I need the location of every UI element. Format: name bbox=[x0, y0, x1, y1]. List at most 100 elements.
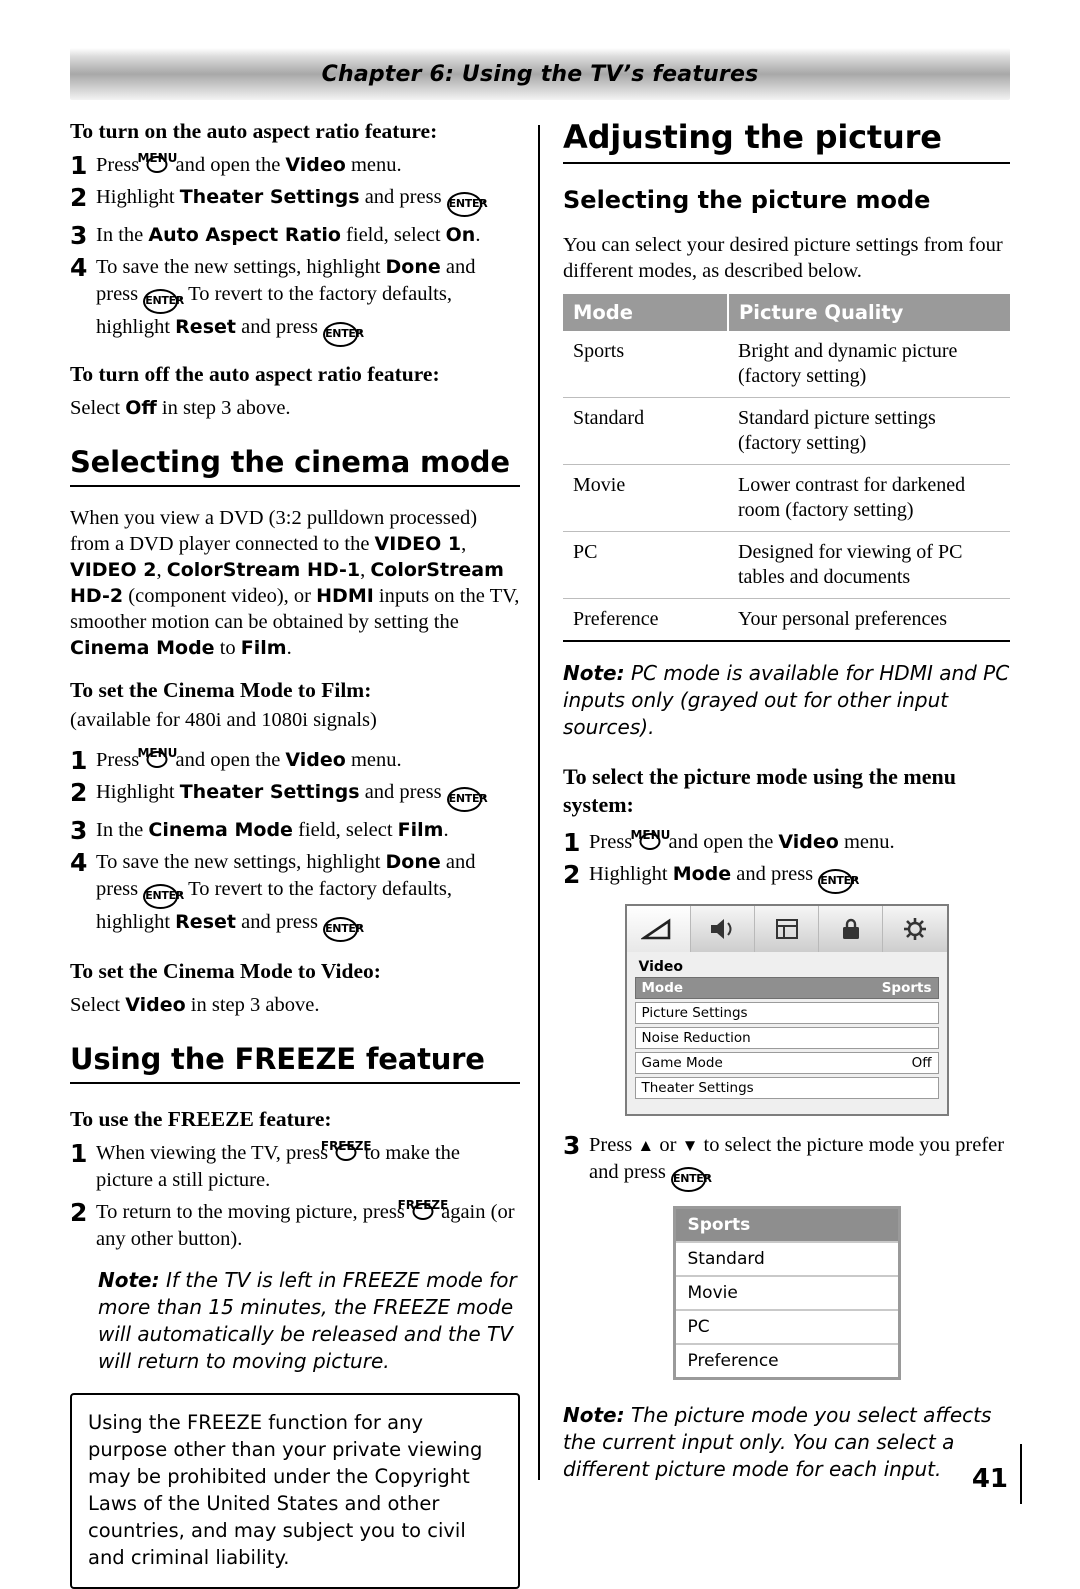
osd-row-noise-reduction[interactable]: Noise Reduction bbox=[634, 1027, 939, 1049]
cinema-intro-text: When you view a DVD (3:2 pulldown proces… bbox=[70, 507, 520, 659]
left-column: To turn on the auto aspect ratio feature… bbox=[70, 118, 520, 1589]
mode-list-item[interactable]: PC bbox=[675, 1311, 898, 1345]
down-arrow-icon: ▼ bbox=[681, 1136, 699, 1155]
table-cell-mode: PC bbox=[563, 531, 728, 599]
table-row: Preference Your personal preferences bbox=[563, 598, 1010, 642]
enter-button-icon: ENTER bbox=[323, 917, 364, 942]
section-title-cinema-mode: Selecting the cinema mode bbox=[70, 445, 520, 487]
enter-button-icon: ENTER bbox=[818, 869, 859, 894]
table-header-mode: Mode bbox=[563, 294, 729, 331]
table-cell-mode: Standard bbox=[563, 397, 728, 465]
picture-mode-table: Mode Picture Quality Sports Bright and d… bbox=[563, 294, 1010, 642]
step-item: 3 Press ▲ or ▼ to select the picture mod… bbox=[563, 1132, 1010, 1192]
step-item: 2 To return to the moving picture, press… bbox=[70, 1198, 520, 1253]
osd-row-label: Picture Settings bbox=[641, 1005, 748, 1021]
screen-icon bbox=[626, 906, 691, 952]
step-item: 1 Press MENU and open the Video menu. bbox=[70, 746, 520, 774]
step-item: 3 In the Auto Aspect Ratio field, select… bbox=[70, 222, 520, 249]
step-item: 4 To save the new settings, highlight Do… bbox=[70, 254, 520, 347]
column-divider bbox=[538, 125, 540, 1480]
step-text: When viewing the TV, press FREEZE to mak… bbox=[96, 1139, 460, 1191]
heading-use-freeze: To use the FREEZE feature: bbox=[70, 1107, 332, 1131]
step-number: 2 bbox=[563, 860, 581, 889]
step-number: 1 bbox=[563, 828, 581, 857]
osd-row-game-mode[interactable]: Game Mode Off bbox=[634, 1052, 939, 1074]
table-cell-quality: Your personal preferences bbox=[728, 598, 1010, 642]
osd-row-value: Sports bbox=[881, 980, 932, 996]
step-item: 4 To save the new settings, highlight Do… bbox=[70, 849, 520, 942]
freeze-button-icon: FREEZE bbox=[321, 1139, 372, 1161]
copyright-notice-box: Using the FREEZE function for any purpos… bbox=[70, 1393, 520, 1589]
freeze-button-icon: FREEZE bbox=[398, 1198, 448, 1220]
osd-row-theater-settings[interactable]: Theater Settings bbox=[634, 1077, 939, 1099]
heading-select-picture-mode-menu: To select the picture mode using the men… bbox=[563, 764, 956, 817]
enter-button-icon: ENTER bbox=[143, 884, 184, 909]
step-text: Press MENU and open the Video menu. bbox=[96, 746, 402, 771]
note-picture-mode-input: Note: The picture mode you select affect… bbox=[563, 1403, 992, 1481]
enter-button-icon: ENTER bbox=[670, 1167, 712, 1192]
mode-list-item[interactable]: Standard bbox=[675, 1243, 898, 1277]
cinema-video-text: Select Video in step 3 above. bbox=[70, 994, 320, 1016]
heading-cinema-film: To set the Cinema Mode to Film: bbox=[70, 678, 372, 702]
enter-button-icon: ENTER bbox=[446, 192, 488, 217]
note-pc-mode: Note: PC mode is available for HDMI and … bbox=[563, 661, 1010, 739]
section-title-adjusting-picture: Adjusting the picture bbox=[563, 118, 1010, 164]
step-text: In the Cinema Mode field, select Film. bbox=[96, 819, 449, 841]
osd-row-label: Theater Settings bbox=[641, 1080, 754, 1096]
table-cell-quality: Lower contrast for darkened room (factor… bbox=[728, 464, 1010, 532]
step-number: 2 bbox=[70, 1198, 88, 1227]
picture-mode-list-illustration: Sports Standard Movie PC Preference bbox=[672, 1206, 901, 1380]
footer-rule bbox=[1020, 1444, 1022, 1504]
step-number: 3 bbox=[70, 816, 88, 845]
section-title-freeze: Using the FREEZE feature bbox=[70, 1042, 520, 1084]
up-arrow-icon: ▲ bbox=[637, 1136, 655, 1155]
heading-auto-aspect-off: To turn off the auto aspect ratio featur… bbox=[70, 362, 440, 386]
table-row: Sports Bright and dynamic picture (facto… bbox=[563, 331, 1010, 398]
step-item: 1 Press MENU and open the Video menu. bbox=[70, 151, 520, 180]
note-freeze: Note: If the TV is left in FREEZE mode f… bbox=[98, 1268, 517, 1373]
enter-button-icon: ENTER bbox=[143, 289, 184, 314]
step-text: Highlight Mode and press ENTER. bbox=[589, 861, 1010, 894]
step-text: To return to the moving picture, press F… bbox=[96, 1198, 515, 1250]
step-text: Highlight Theater Settings and press ENT… bbox=[96, 184, 520, 217]
heading-auto-aspect-on: To turn on the auto aspect ratio feature… bbox=[70, 119, 438, 143]
osd-panel-title: Video bbox=[638, 959, 684, 975]
osd-menu-illustration: Video Mode Sports Picture Settings Noise… bbox=[624, 904, 949, 1116]
step-number: 4 bbox=[70, 848, 88, 877]
osd-panel: Video Mode Sports Picture Settings Noise… bbox=[627, 952, 947, 1114]
mode-list-item[interactable]: Preference bbox=[676, 1345, 898, 1377]
setup-icon bbox=[883, 906, 947, 952]
step-text: Highlight Theater Settings and press ENT… bbox=[96, 779, 520, 812]
table-header-quality: Picture Quality bbox=[728, 294, 1010, 331]
auto-aspect-off-text: Select Off in step 3 above. bbox=[70, 397, 291, 419]
step-number: 1 bbox=[70, 151, 88, 180]
step-text: Press MENU and open the Video menu. bbox=[589, 828, 895, 853]
audio-icon bbox=[690, 906, 755, 952]
osd-row-mode[interactable]: Mode Sports bbox=[634, 977, 939, 999]
mode-list-item[interactable]: Sports bbox=[675, 1209, 898, 1243]
lock-icon bbox=[819, 906, 884, 952]
step-item: 3 In the Cinema Mode field, select Film. bbox=[70, 817, 520, 844]
table-cell-mode: Sports bbox=[563, 331, 728, 398]
mode-list-item[interactable]: Movie bbox=[675, 1277, 898, 1311]
subsection-title-picture-mode: Selecting the picture mode bbox=[563, 186, 931, 214]
table-cell-quality: Designed for viewing of PC tables and do… bbox=[728, 531, 1010, 599]
right-column: Adjusting the picture Selecting the pict… bbox=[563, 118, 1010, 1483]
step-item: 1 When viewing the TV, press FREEZE to m… bbox=[70, 1139, 520, 1194]
enter-button-icon: ENTER bbox=[446, 787, 488, 812]
menu-button-icon: MENU bbox=[630, 828, 670, 850]
step-number: 4 bbox=[70, 253, 88, 282]
table-cell-mode: Preference bbox=[563, 598, 728, 642]
table-row: PC Designed for viewing of PC tables and… bbox=[563, 531, 1010, 599]
chapter-title: Chapter 6: Using the TV’s features bbox=[321, 61, 759, 87]
osd-row-value: Off bbox=[911, 1055, 932, 1071]
step-text: Press ▲ or ▼ to select the picture mode … bbox=[589, 1132, 1010, 1192]
step-text: To save the new settings, highlight Done… bbox=[96, 254, 520, 347]
table-row: Standard Standard picture settings (fact… bbox=[563, 397, 1010, 465]
osd-row-label: Game Mode bbox=[641, 1055, 723, 1071]
osd-row-picture-settings[interactable]: Picture Settings bbox=[634, 1002, 939, 1024]
copyright-notice-text: Using the FREEZE function for any purpos… bbox=[88, 1411, 483, 1569]
table-cell-quality: Standard picture settings (factory setti… bbox=[728, 397, 1010, 465]
step-item: 2 Highlight Theater Settings and press E… bbox=[70, 779, 520, 812]
osd-icon-bar bbox=[626, 906, 947, 952]
